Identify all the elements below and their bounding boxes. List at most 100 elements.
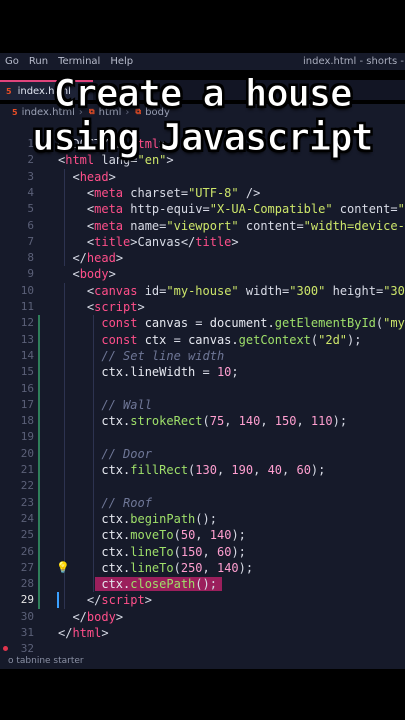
- code-line[interactable]: 23 // Roof: [0, 495, 405, 511]
- code-line[interactable]: 30 </body>: [0, 609, 405, 625]
- code-line[interactable]: 16: [0, 381, 405, 397]
- line-number: 17: [20, 397, 34, 411]
- code-line[interactable]: 14 // Set line width: [0, 348, 405, 364]
- code-editor[interactable]: 1 <!DOCTYPE html> 2 <html lang="en"> 3 <head…: [0, 120, 405, 653]
- code-token: document.: [209, 316, 275, 331]
- code-token: strokeRect: [130, 414, 203, 429]
- code-token: ctx.: [58, 414, 131, 429]
- code-line[interactable]: 11 <script>: [0, 299, 405, 315]
- code-token: );: [310, 463, 326, 477]
- code-line[interactable]: 22: [0, 478, 405, 494]
- code-line[interactable]: 18 ctx.strokeRect(75, 140, 150, 110);: [0, 413, 405, 429]
- line-number: 9: [27, 267, 34, 281]
- code-line[interactable]: 32: [0, 641, 405, 653]
- code-token: // Wall: [58, 397, 152, 412]
- code-token: <: [58, 234, 95, 249]
- code-token: width: [238, 283, 283, 298]
- code-text: <head>: [58, 169, 115, 185]
- code-token: // Roof: [58, 495, 152, 510]
- code-line[interactable]: 7 <title>Canvas</title>: [0, 234, 405, 250]
- code-token: <: [58, 300, 95, 314]
- line-number: 23: [20, 495, 34, 509]
- tabnine-status[interactable]: o tabnine starter: [8, 656, 84, 666]
- code-line[interactable]: 25 ctx.moveTo(50, 140);: [0, 527, 405, 543]
- code-line[interactable]: 24 ctx.beginPath();: [0, 511, 405, 527]
- code-token: canvas: [94, 283, 138, 298]
- code-line[interactable]: 19: [0, 429, 405, 445]
- menu-terminal[interactable]: Terminal: [53, 56, 105, 67]
- line-number: 7: [27, 234, 34, 248]
- code-text: <meta http-equiv="X-UA-Compatible" conte…: [58, 201, 405, 217]
- code-token: closePath: [130, 577, 196, 592]
- code-line[interactable]: 29 </script>: [0, 592, 405, 609]
- code-token: );: [238, 560, 254, 575]
- window-title: index.html - shorts - V: [303, 56, 405, 67]
- code-token: />: [238, 185, 261, 200]
- lightbulb-icon[interactable]: 💡: [56, 560, 70, 576]
- code-token: // Set line width: [58, 348, 225, 363]
- code-token: 150: [180, 544, 203, 559]
- code-token: );: [231, 544, 246, 559]
- code-token: body: [79, 267, 109, 282]
- line-number: 28: [20, 577, 34, 591]
- code-line[interactable]: 20 // Door: [0, 446, 405, 462]
- code-token: </: [58, 593, 102, 608]
- video-caption-line-1: Create a house: [53, 72, 353, 116]
- code-line[interactable]: 21 ctx.fillRect(130, 190, 40, 60);: [0, 462, 405, 478]
- menu-help[interactable]: Help: [105, 56, 138, 67]
- code-token: "300": [289, 283, 326, 298]
- status-bar: o tabnine starter: [0, 653, 405, 669]
- code-token: <: [58, 169, 80, 184]
- code-token: ,: [253, 463, 268, 477]
- top-letterbox: [0, 0, 405, 53]
- line-number: 27: [20, 560, 34, 574]
- video-caption-line-2: using Javascript: [32, 116, 374, 160]
- code-token: ();: [195, 577, 217, 592]
- code-token: script: [101, 593, 145, 608]
- code-line[interactable]: 4 <meta charset="UTF-8" />: [0, 185, 405, 201]
- code-line[interactable]: 13 const ctx = canvas.getContext("2d");: [0, 332, 405, 348]
- code-line[interactable]: 17 // Wall: [0, 397, 405, 413]
- menu-run[interactable]: Run: [24, 56, 53, 67]
- code-token: 50: [180, 528, 196, 543]
- code-line[interactable]: 10 <canvas id="my-house" width="300" hei…: [0, 283, 405, 299]
- code-token: <: [58, 267, 80, 282]
- code-line[interactable]: 6 <meta name="viewport" content="width=d…: [0, 218, 405, 234]
- code-token: canvas.: [188, 332, 239, 347]
- code-text: ctx.fillRect(130, 190, 40, 60);: [58, 462, 325, 478]
- code-token: (: [202, 414, 210, 429]
- code-line[interactable]: 9 <body>: [0, 266, 405, 282]
- code-line[interactable]: 5 <meta http-equiv="X-UA-Compatible" con…: [0, 201, 405, 217]
- code-token: canvas: [137, 316, 196, 331]
- line-number: 19: [20, 430, 34, 444]
- line-number: 21: [20, 463, 34, 476]
- code-token: charset: [123, 185, 181, 200]
- code-text: <body>: [58, 266, 115, 282]
- code-token: =: [202, 202, 210, 217]
- code-token: ,: [296, 414, 311, 429]
- code-token: head: [86, 251, 116, 266]
- code-line[interactable]: 8 </head>: [0, 250, 405, 266]
- code-token: >: [144, 593, 152, 608]
- code-line[interactable]: 31 </html>: [0, 625, 405, 641]
- line-number: 32: [20, 642, 34, 653]
- code-token: 250: [180, 560, 203, 575]
- line-number: 25: [20, 528, 34, 542]
- code-line[interactable]: 26 ctx.lineTo(150, 60);: [0, 544, 405, 560]
- code-token: ,: [202, 544, 217, 559]
- code-line[interactable]: 12 const canvas = document.getElementByI…: [0, 315, 405, 331]
- code-token: ,: [224, 414, 239, 429]
- code-line[interactable]: 3 <head>: [0, 169, 405, 185]
- code-token: >: [115, 251, 124, 266]
- code-line[interactable]: 💡 28 ctx.closePath();: [0, 561, 405, 592]
- code-token: ,: [282, 463, 297, 477]
- line-number: 10: [20, 283, 34, 297]
- code-token: ctx.: [58, 544, 131, 559]
- code-token: 10: [216, 365, 232, 380]
- code-text: // Wall: [58, 397, 152, 413]
- code-token: >Canvas</: [130, 234, 196, 249]
- code-token: <: [58, 283, 95, 298]
- menu-go[interactable]: Go: [0, 56, 24, 67]
- code-line[interactable]: 15 ctx.lineWidth = 10;: [0, 364, 405, 380]
- line-number: 3: [27, 169, 34, 183]
